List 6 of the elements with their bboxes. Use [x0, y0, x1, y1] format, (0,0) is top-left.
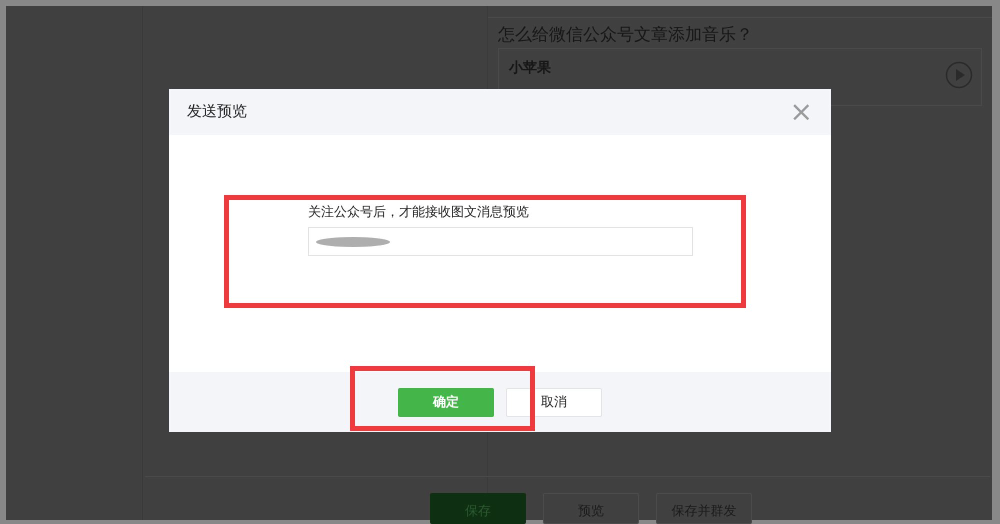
close-button[interactable]: ×: [790, 98, 813, 126]
dialog-button[interactable]: 取消: [506, 388, 602, 416]
dialog-button[interactable]: 确定: [398, 388, 494, 416]
input-field[interactable]: [308, 227, 693, 256]
dialog-title: 发送预览: [187, 102, 247, 122]
hint-text: 关注公众号后，才能接收图文消息预览: [308, 205, 529, 218]
